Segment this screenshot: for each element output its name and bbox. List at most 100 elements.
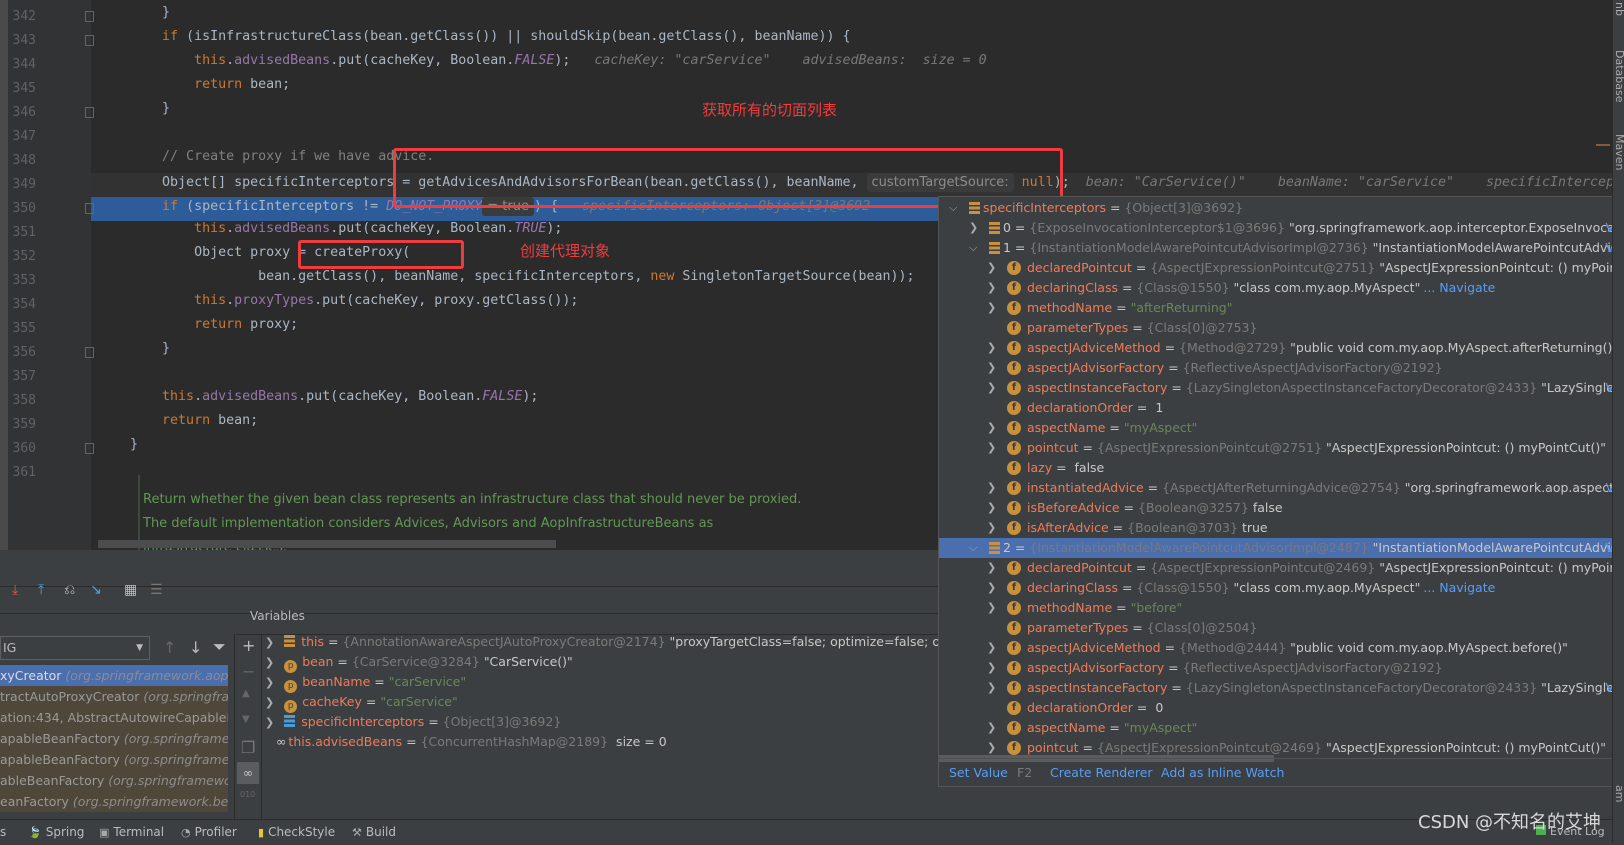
popup-tree-row[interactable]: f parameterTypes = {Class[0]@2753}: [939, 318, 1623, 338]
chevron-right-icon[interactable]: ❯: [987, 558, 996, 578]
chevron-right-icon[interactable]: ❯: [987, 418, 996, 438]
chevron-right-icon[interactable]: ❯: [987, 338, 996, 358]
chevron-right-icon[interactable]: ❯: [987, 638, 996, 658]
chevron-right-icon[interactable]: ❯: [265, 656, 274, 669]
fold-marker-icon[interactable]: [85, 11, 94, 22]
popup-tree-row[interactable]: ❯ f declaringClass = {Class@1550} "class co…: [939, 278, 1623, 298]
chevron-right-icon[interactable]: ❯: [265, 716, 274, 729]
variable-row[interactable]: ❯ specificInterceptors = {Object[3]@3692}: [265, 712, 561, 732]
stack-frame[interactable]: ableBeanFactory (org.springframework.b: [0, 770, 228, 791]
fold-marker-icon[interactable]: [85, 443, 94, 454]
step-out-icon[interactable]: ⤒: [38, 582, 44, 598]
popup-tree-row[interactable]: ❯ f aspectName = "myAspect": [939, 718, 1623, 738]
popup-tree-row[interactable]: f parameterTypes = {Class[0]@2504}: [939, 618, 1623, 638]
navigate-link[interactable]: ... Navigate: [1423, 580, 1495, 595]
popup-tree-row[interactable]: f lazy = false: [939, 458, 1623, 478]
chevron-right-icon[interactable]: ❯: [987, 278, 996, 298]
thread-dropdown[interactable]: IG ▼: [0, 636, 150, 660]
tool-tab-s[interactable]: s: [0, 820, 6, 844]
popup-tree-row[interactable]: ❯ f aspectJAdvisorFactory = {ReflectiveAsp…: [939, 658, 1623, 678]
chevron-down-icon[interactable]: ⌵: [949, 198, 957, 218]
popup-tree-row[interactable]: f declarationOrder = 0: [939, 698, 1623, 718]
evaluate-expression-icon[interactable]: ▦: [124, 582, 137, 598]
binary-icon[interactable]: 010: [240, 790, 255, 799]
chevron-right-icon[interactable]: ❯: [987, 598, 996, 618]
variable-row[interactable]: ❯ this = {AnnotationAwareAspectJAutoProxy…: [265, 632, 994, 652]
chevron-right-icon[interactable]: ❯: [265, 636, 274, 649]
variable-row[interactable]: ❯ p cacheKey = "carService": [265, 692, 458, 713]
stack-frame[interactable]: apableBeanFactory (org.springframewor: [0, 728, 228, 749]
chevron-right-icon[interactable]: ❯: [987, 358, 996, 378]
arrow-down-icon[interactable]: ↓: [189, 638, 202, 657]
remove-watch-icon[interactable]: −: [242, 662, 255, 681]
inline-watch-toggle-icon[interactable]: ∞: [237, 762, 259, 784]
chevron-right-icon[interactable]: ❯: [987, 438, 996, 458]
popup-tree-row[interactable]: ❯ f isBeforeAdvice = {Boolean@3257} false: [939, 498, 1623, 518]
popup-tree-row[interactable]: ❯ f isAfterAdvice = {Boolean@3703} true: [939, 518, 1623, 538]
popup-tree-row[interactable]: ⌵ 1 = {InstantiationModelAwarePointcutAdv…: [939, 238, 1623, 258]
popup-tree-row[interactable]: ❯ f pointcut = {AspectJExpressionPointcut@…: [939, 438, 1623, 458]
popup-tree-row[interactable]: ❯ f aspectInstanceFactory = {LazySingleton…: [939, 378, 1623, 398]
tool-tab-bottom[interactable]: am: [1613, 785, 1624, 802]
tool-tab-top[interactable]: nb: [1613, 2, 1624, 16]
tool-tab-terminal[interactable]: ▣ Terminal: [99, 820, 164, 845]
drop-frame-icon[interactable]: ⎌: [64, 582, 75, 598]
stack-frame[interactable]: eanFactory (org.springframework.beans.: [0, 791, 228, 812]
chevron-right-icon[interactable]: ❯: [265, 696, 274, 709]
variable-row[interactable]: ∞ this.advisedBeans = {ConcurrentHashMap@…: [276, 732, 667, 752]
popup-tree-row[interactable]: ⌵ 2 = {InstantiationModelAwarePointcutAdv…: [939, 538, 1623, 558]
chevron-right-icon[interactable]: ❯: [969, 218, 978, 238]
popup-tree-row[interactable]: ❯ f aspectJAdviceMethod = {Method@2729} "pu…: [939, 338, 1623, 358]
popup-tree-row[interactable]: ❯ f methodName = "before": [939, 598, 1623, 618]
stack-frame[interactable]: tractAutoProxyCreator (org.springframe: [0, 686, 228, 707]
popup-tree-row[interactable]: ⌵ specificInterceptors = {Object[3]@3692}: [939, 198, 1623, 218]
popup-tree-row[interactable]: ❯ f aspectJAdviceMethod = {Method@2444} "pu…: [939, 638, 1623, 658]
variable-row[interactable]: ❯ p bean = {CarService@3284} "CarService()": [265, 652, 573, 673]
add-watch-icon[interactable]: +: [242, 636, 255, 655]
move-down-icon[interactable]: ▼: [242, 714, 250, 725]
popup-tree-row[interactable]: ❯ f aspectJAdvisorFactory = {ReflectiveAsp…: [939, 358, 1623, 378]
stack-frame[interactable]: ation:434, AbstractAutowireCapableBean: [0, 707, 228, 728]
chevron-right-icon[interactable]: ❯: [987, 478, 996, 498]
popup-tree-row[interactable]: ❯ f instantiatedAdvice = {AspectJAfterRetu…: [939, 478, 1623, 498]
fold-marker-icon[interactable]: [85, 203, 94, 214]
popup-tree-row[interactable]: ❯ f declaredPointcut = {AspectJExpressionP…: [939, 258, 1623, 278]
stack-frame[interactable]: xyCreator (org.springframework.aop.fra: [0, 665, 228, 686]
fold-marker-icon[interactable]: [85, 107, 94, 118]
trace-icon[interactable]: ☰: [150, 582, 163, 598]
fold-marker-icon[interactable]: [85, 347, 94, 358]
popup-tree-row[interactable]: ❯ f aspectName = "myAspect": [939, 418, 1623, 438]
tool-tab-build[interactable]: ⚒ Build: [352, 820, 396, 845]
step-into-icon[interactable]: ⤓: [12, 582, 18, 598]
chevron-right-icon[interactable]: ❯: [987, 678, 996, 698]
popup-tree-row[interactable]: ❯ f declaringClass = {Class@1550} "class co…: [939, 578, 1623, 598]
horizontal-scrollbar[interactable]: [98, 540, 556, 548]
popup-tree-row[interactable]: ❯ f methodName = "afterReturning": [939, 298, 1623, 318]
variable-row[interactable]: ❯ p beanName = "carService": [265, 672, 466, 693]
filter-icon[interactable]: ⏷: [213, 637, 226, 657]
create-renderer-link[interactable]: Create Renderer: [1050, 759, 1153, 786]
run-to-cursor-icon[interactable]: ↘: [90, 582, 102, 598]
popup-tree-row[interactable]: ❯ 0 = {ExposeInvocationInterceptor$1@3696…: [939, 218, 1623, 238]
chevron-down-icon[interactable]: ⌵: [969, 238, 977, 258]
set-value-link[interactable]: Set Value: [949, 759, 1008, 786]
chevron-right-icon[interactable]: ❯: [265, 676, 274, 689]
popup-tree-row[interactable]: f declarationOrder = 1: [939, 398, 1623, 418]
add-inline-watch-link[interactable]: Add as Inline Watch: [1161, 759, 1284, 786]
navigate-link[interactable]: ... Navigate: [1423, 280, 1495, 295]
variable-value-popup[interactable]: ⌵ specificInterceptors = {Object[3]@3692}…: [938, 196, 1624, 787]
popup-tree-row[interactable]: ❯ f declaredPointcut = {AspectJExpressionP…: [939, 558, 1623, 578]
chevron-right-icon[interactable]: ❯: [987, 578, 996, 598]
tool-tab-maven[interactable]: Maven: [1613, 134, 1624, 170]
stack-frame[interactable]: apableBeanFactory (org.springframewor: [0, 749, 228, 770]
chevron-down-icon[interactable]: ⌵: [969, 538, 977, 558]
tool-tab-spring[interactable]: 🍃 Spring: [28, 820, 84, 845]
chevron-right-icon[interactable]: ❯: [987, 718, 996, 738]
chevron-right-icon[interactable]: ❯: [987, 518, 996, 538]
tool-tab-checkstyle[interactable]: ▮ CheckStyle: [258, 820, 335, 845]
tool-tab-database[interactable]: Database: [1613, 50, 1624, 103]
chevron-right-icon[interactable]: ❯: [987, 658, 996, 678]
arrow-up-icon[interactable]: ↑: [163, 638, 176, 657]
fold-marker-icon[interactable]: [85, 35, 94, 46]
copy-icon[interactable]: ❐: [241, 738, 255, 757]
